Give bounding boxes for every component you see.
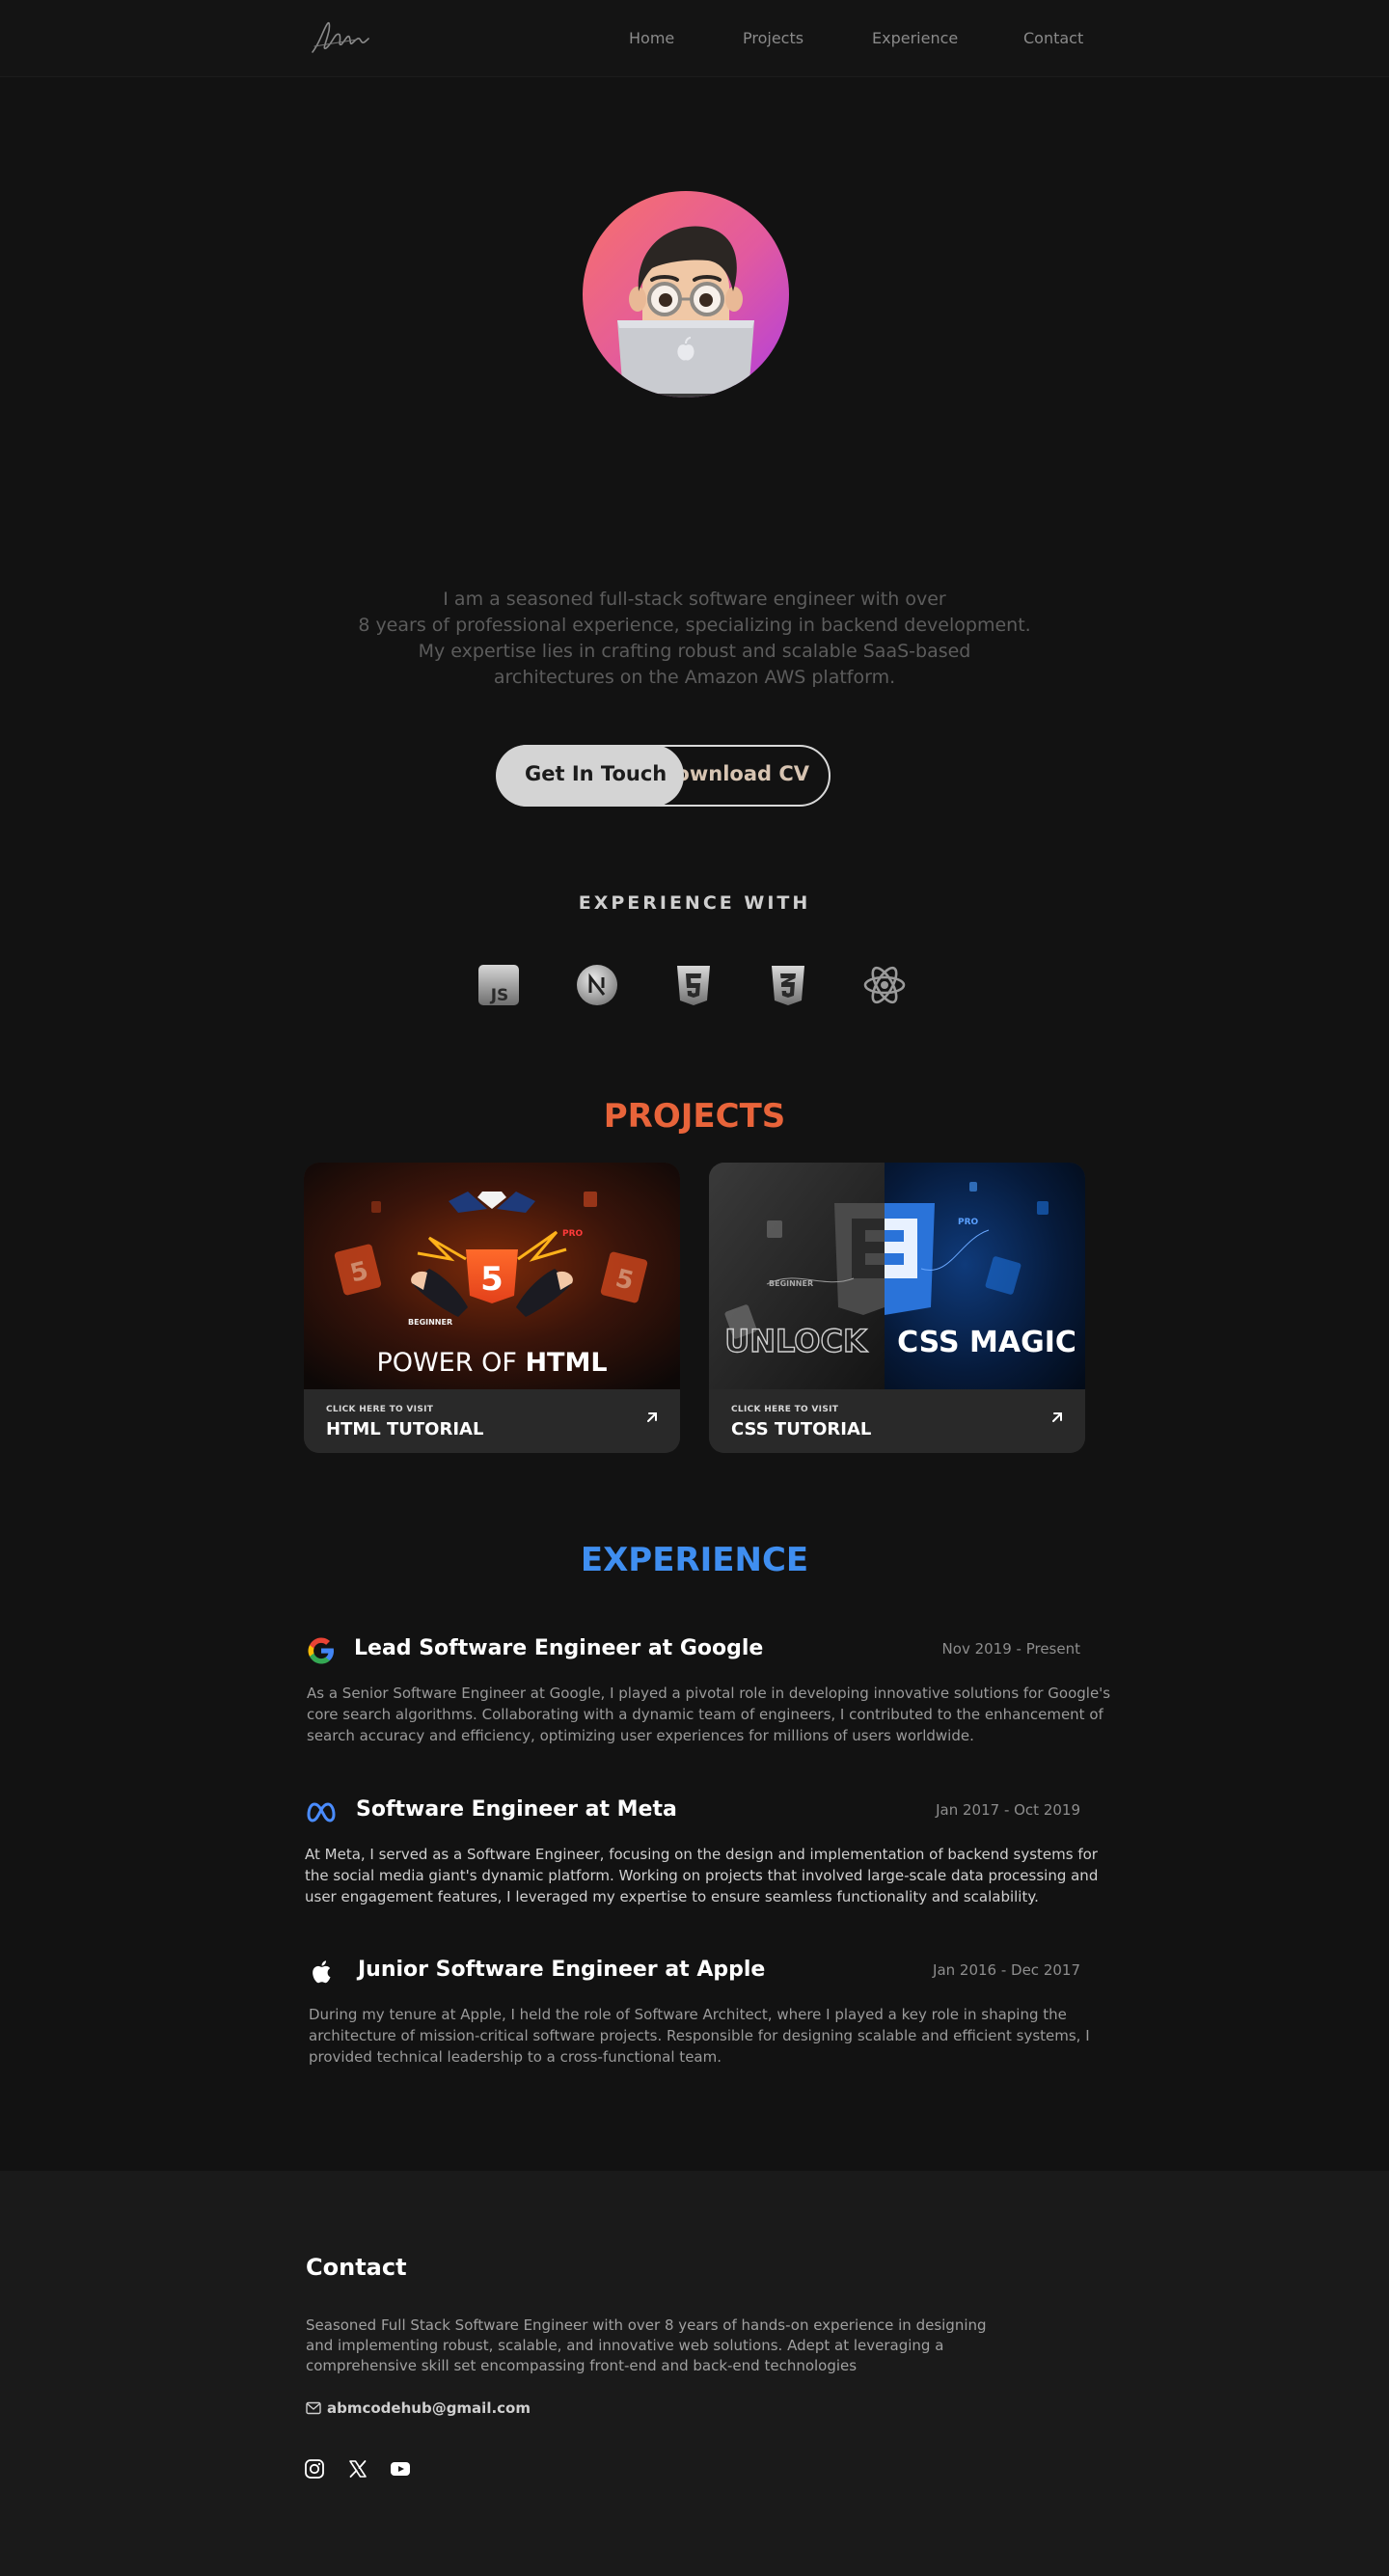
instagram-icon[interactable]	[304, 2458, 325, 2480]
top-navbar: Home Projects Experience Contact	[0, 0, 1389, 77]
contact-description: Seasoned Full Stack Software Engineer wi…	[306, 2316, 1000, 2376]
thumbnail-title-right: CSS MAGIC	[897, 1326, 1076, 1359]
intro-line: architectures on the Amazon AWS platform…	[493, 667, 896, 688]
pro-tag: PRO	[958, 1218, 979, 1227]
nav-projects-link[interactable]: Projects	[743, 29, 803, 47]
profile-avatar	[583, 191, 789, 397]
contact-description-line: comprehensive skill set encompassing fro…	[306, 2357, 858, 2374]
job-description-line: architecture of mission-critical softwar…	[309, 2027, 1090, 2044]
project-card-html[interactable]: 5 5 5 PRO BEGINNER POWER OF HTML CLICK H…	[304, 1163, 680, 1453]
svg-text:JS: JS	[490, 986, 509, 1005]
nextjs-icon	[577, 965, 617, 1005]
job-title: Software Engineer at Meta	[356, 1797, 677, 1822]
apple-icon	[313, 1960, 331, 1984]
google-icon	[308, 1637, 334, 1664]
thumbnail-title-left: UNLOCK	[724, 1323, 868, 1359]
nav-home-link[interactable]: Home	[629, 29, 674, 47]
email-link[interactable]: abmcodehub@gmail.com	[327, 2399, 531, 2417]
pro-tag: PRO	[562, 1229, 584, 1239]
card-caption: CLICK HERE TO VISIT	[731, 1405, 839, 1414]
arrow-up-right-icon[interactable]	[643, 1409, 661, 1426]
thumbnail-title: POWER OF HTML	[376, 1348, 607, 1378]
job-title: Junior Software Engineer at Apple	[358, 1958, 766, 1982]
job-date: Jan 2016 - Dec 2017	[933, 1961, 1080, 1979]
x-icon[interactable]	[347, 2458, 368, 2480]
job-description: At Meta, I served as a Software Engineer…	[305, 1844, 1099, 1907]
mail-icon	[306, 2401, 321, 2415]
job-date: Nov 2019 - Present	[941, 1640, 1080, 1658]
nav-experience-link[interactable]: Experience	[872, 29, 958, 47]
experience-with-heading: EXPERIENCE WITH	[578, 892, 811, 914]
job-title: Lead Software Engineer at Google	[354, 1636, 764, 1660]
beginner-tag: BEGINNER	[769, 1279, 813, 1288]
projects-heading: PROJECTS	[603, 1097, 786, 1136]
get-in-touch-label[interactable]: Get In Touch	[525, 762, 667, 785]
nav-contact-link[interactable]: Contact	[1023, 29, 1083, 47]
card-title[interactable]: HTML TUTORIAL	[326, 1419, 483, 1439]
job-date: Jan 2017 - Oct 2019	[936, 1801, 1080, 1819]
contact-description-line: and implementing robust, scalable, and i…	[306, 2337, 944, 2354]
css3-icon	[772, 966, 804, 1005]
react-icon	[863, 966, 906, 1004]
job-description-line: provided technical leadership to a cross…	[309, 2048, 722, 2066]
experience-heading: EXPERIENCE	[580, 1541, 809, 1579]
css-tutorial-thumbnail[interactable]: PRO BEGINNER UNLOCK CSS MAGIC	[709, 1163, 1085, 1389]
meta-icon	[307, 1802, 336, 1822]
job-description: As a Senior Software Engineer at Google,…	[307, 1683, 1111, 1746]
intro-line: I am a seasoned full-stack software engi…	[443, 589, 946, 610]
card-caption: CLICK HERE TO VISIT	[326, 1405, 434, 1414]
job-description-line: the social media giant's dynamic platfor…	[305, 1867, 1099, 1884]
svg-text:5: 5	[480, 1260, 504, 1299]
contact-description-line: Seasoned Full Stack Software Engineer wi…	[306, 2316, 987, 2334]
intro-text: I am a seasoned full-stack software engi…	[309, 587, 1080, 691]
beginner-tag: BEGINNER	[408, 1318, 452, 1327]
javascript-icon: JS	[478, 965, 519, 1005]
job-description-line: At Meta, I served as a Software Engineer…	[305, 1846, 1098, 1863]
card-footer[interactable]: CLICK HERE TO VISIT HTML TUTORIAL	[304, 1389, 680, 1453]
job-description: During my tenure at Apple, I held the ro…	[309, 2004, 1090, 2068]
youtube-icon[interactable]	[390, 2458, 411, 2480]
html-tutorial-thumbnail[interactable]: 5 5 5 PRO BEGINNER POWER OF HTML	[304, 1163, 680, 1389]
job-description-line: As a Senior Software Engineer at Google,…	[307, 1685, 1111, 1702]
contact-heading: Contact	[306, 2254, 407, 2281]
card-title[interactable]: CSS TUTORIAL	[731, 1419, 871, 1439]
html5-icon	[677, 966, 710, 1005]
job-description-line: core search algorithms. Collaborating wi…	[307, 1706, 1103, 1723]
job-description-line: During my tenure at Apple, I held the ro…	[309, 2006, 1067, 2023]
project-card-css[interactable]: PRO BEGINNER UNLOCK CSS MAGIC CLICK HERE…	[709, 1163, 1085, 1453]
intro-line: 8 years of professional experience, spec…	[358, 615, 1031, 636]
arrow-up-right-icon[interactable]	[1049, 1409, 1066, 1426]
job-description-line: search accuracy and efficiency, optimizi…	[307, 1727, 974, 1744]
card-footer[interactable]: CLICK HERE TO VISIT CSS TUTORIAL	[709, 1389, 1085, 1453]
job-description-line: user engagement features, I leveraged my…	[305, 1888, 1039, 1905]
intro-line: My expertise lies in crafting robust and…	[418, 641, 971, 662]
